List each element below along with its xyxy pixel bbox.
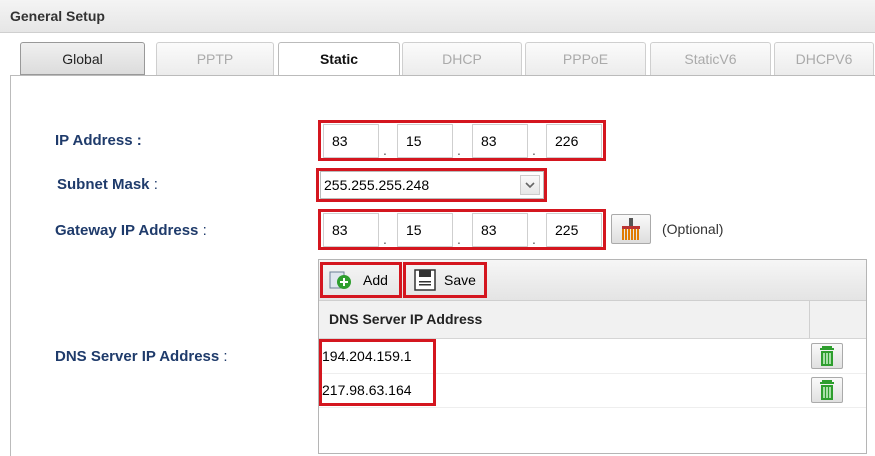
trash-icon [812, 346, 842, 371]
delete-row-button[interactable] [811, 377, 843, 403]
subnet-mask-label: Subnet Mask : [57, 176, 158, 193]
tab-static[interactable]: Static [278, 42, 400, 77]
tab-pptp[interactable]: PPTP [156, 42, 274, 75]
tab-bar: Global PPTP Static DHCP PPPoE StaticV6 D… [10, 42, 875, 77]
title-bar: General Setup [0, 0, 875, 33]
trash-icon [812, 380, 842, 405]
dns-entries-highlight [319, 339, 436, 406]
tab-dhcpv6[interactable]: DHCPV6 [774, 42, 874, 75]
delete-row-button[interactable] [811, 343, 843, 369]
gateway-ip-highlight [318, 209, 606, 250]
tab-global[interactable]: Global [20, 42, 145, 75]
column-header-dns: DNS Server IP Address [329, 311, 483, 327]
add-button-highlight [320, 262, 402, 298]
ip-address-highlight [318, 120, 606, 161]
tab-dhcp[interactable]: DHCP [402, 42, 522, 75]
tab-staticv6[interactable]: StaticV6 [650, 42, 771, 75]
gateway-ip-label: Gateway IP Address : [55, 222, 207, 239]
ip-address-label: IP Address : [55, 132, 142, 149]
dns-server-label: DNS Server IP Address : [55, 348, 228, 365]
tab-pppoe[interactable]: PPPoE [525, 42, 646, 75]
general-setup-panel: General Setup Global PPTP Static DHCP PP… [0, 0, 875, 456]
save-button-highlight [403, 262, 487, 298]
grid-header: DNS Server IP Address [319, 301, 866, 339]
panel-title: General Setup [10, 8, 105, 24]
broom-icon [612, 218, 650, 246]
optional-note: (Optional) [662, 221, 724, 237]
column-separator [809, 301, 810, 338]
gateway-lookup-button[interactable] [611, 214, 651, 244]
subnet-mask-highlight [316, 168, 547, 202]
